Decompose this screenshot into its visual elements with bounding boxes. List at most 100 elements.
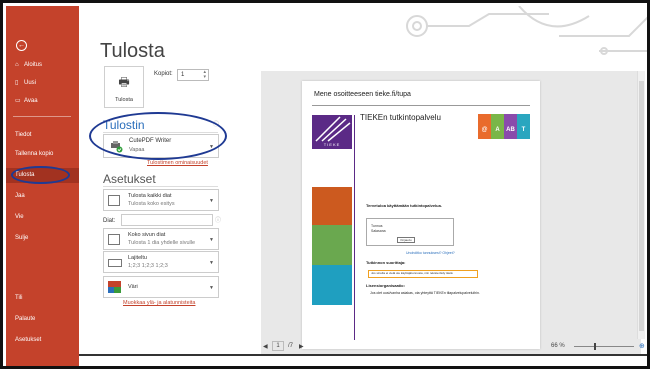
scrollbar-thumb[interactable] (639, 81, 644, 331)
new-document-icon: ▯ (15, 80, 19, 86)
sidebar-item-label: Vie (15, 214, 24, 220)
fit-to-window-icon[interactable]: ⊕ (639, 342, 645, 350)
tile-a: A (491, 114, 504, 139)
slides-icon (108, 195, 120, 206)
layout-dropdown[interactable]: Koko sivun diat Tulosta 1 dia yhdelle si… (103, 228, 219, 250)
back-arrow-icon[interactable]: ← (16, 40, 27, 51)
sidebar-item-label: Asetukset (15, 337, 42, 343)
color-dropdown[interactable]: Väri ▼ (103, 276, 219, 298)
full-page-slide-icon (108, 234, 120, 245)
sidebar-item-aloitus[interactable]: ⌂ Aloitus (6, 58, 79, 73)
page-total: /7 (288, 343, 294, 349)
sidebar-item-label: Jaa (15, 193, 25, 199)
login-form: Tunnus Salasana Kirjaudu (366, 218, 454, 246)
sidebar-item-tili[interactable]: Tili (6, 291, 79, 306)
preview-page: Mene osoitteeseen tieke.fi/tupa TIEKE TI… (302, 81, 540, 349)
collate-dropdown[interactable]: Lajiteltu 1;2;3 1;2;3 1;2;3 ▼ (103, 251, 219, 273)
sidebar-item-label: Tallenna kopio (15, 151, 54, 157)
password-label: Salasana (371, 229, 386, 233)
sidebar-item-label: Aloitus (24, 62, 43, 68)
tile-at: @ (478, 114, 491, 139)
home-icon: ⌂ (15, 62, 19, 68)
copies-stepper[interactable]: 1 ▴ ▾ (177, 69, 209, 81)
purple-divider (354, 115, 355, 340)
section-divider (103, 186, 218, 187)
sidebar-item-palaute[interactable]: Palaute (6, 312, 79, 327)
chevron-down-icon: ▼ (209, 237, 214, 243)
sidebar-item-uusi[interactable]: ▯ Uusi (6, 76, 79, 91)
sidebar-item-label: Avaa (24, 98, 38, 104)
preview-rule (312, 105, 530, 106)
backstage-sidebar: ← ⌂ Aloitus ▯ Uusi ▭ Avaa Tiedot Tallenna k… (6, 6, 79, 366)
header-footer-link[interactable]: Muokkaa ylä- ja alatunnisteita (123, 300, 195, 306)
sidebar-item-asetukset[interactable]: Asetukset (6, 333, 79, 348)
color-title: Väri (128, 284, 138, 290)
tieke-logo-text: TIEKE (323, 142, 341, 147)
chevron-down-icon: ▼ (209, 285, 214, 291)
username-label: Tunnus (371, 224, 383, 228)
preview-heading: Mene osoitteeseen tieke.fi/tupa (314, 91, 411, 98)
sidebar-item-label: Tiedot (15, 132, 32, 138)
print-preview: Mene osoitteeseen tieke.fi/tupa TIEKE TI… (261, 71, 641, 354)
zoom-slider-knob[interactable] (594, 343, 596, 350)
zoom-level: 66 % (551, 343, 565, 349)
layout-sub: Tulosta 1 dia yhdelle sivulle (128, 240, 196, 246)
color-band-blue (312, 265, 352, 305)
print-range-title: Tulosta kaikki diat (128, 193, 172, 199)
tieke-logo-mark (315, 116, 351, 142)
settings-section-title: Asetukset (103, 172, 156, 186)
color-band-green (312, 225, 352, 265)
collate-icon (108, 259, 122, 267)
forgot-link: Unohditko tunnuksesi? Ohjeet? (406, 251, 455, 255)
next-page-icon[interactable]: ▶ (299, 343, 304, 350)
sidebar-item-label: Tili (15, 295, 23, 301)
sidebar-item-vie[interactable]: Vie (6, 210, 79, 225)
color-icon (108, 281, 121, 293)
color-band-white (312, 151, 352, 187)
previous-page-icon[interactable]: ◀ (263, 343, 268, 350)
sidebar-item-label: Uusi (24, 80, 37, 86)
color-band-orange (312, 187, 352, 225)
sidebar-item-avaa[interactable]: ▭ Avaa (6, 94, 79, 109)
admin-note: Jos olet uusi/vanha asiakas, ota yhteytt… (370, 291, 480, 295)
zoom-slider[interactable] (574, 346, 634, 347)
print-button-label: Tulosta (115, 97, 133, 103)
login-button: Kirjaudu (397, 237, 415, 243)
annotation-oval-tulosta (11, 166, 70, 184)
sidebar-item-tiedot[interactable]: Tiedot (6, 128, 79, 143)
preview-scrollbar[interactable] (637, 71, 645, 339)
powerpoint-window: ← ⌂ Aloitus ▯ Uusi ▭ Avaa Tiedot Tallenna k… (0, 0, 650, 369)
slides-input[interactable] (121, 214, 213, 226)
layout-title: Koko sivun diat (128, 232, 166, 238)
tile-ab: AB (504, 114, 517, 139)
instructions-heading: Tutkinnon suorittaja: (366, 260, 406, 265)
spin-arrows-icon[interactable]: ▴ ▾ (203, 70, 206, 80)
sidebar-item-label: Palaute (15, 316, 36, 322)
sidebar-item-sulje[interactable]: Sulje (6, 231, 79, 246)
tile-t: T (517, 114, 530, 139)
admin-heading: Lisensiorganisaatio: (366, 283, 405, 288)
info-icon[interactable]: ⓘ (215, 215, 221, 224)
preview-navigation-bar: ◀ 1 /7 ▶ 66 % ⊕ (261, 341, 647, 353)
copies-value: 1 (181, 72, 185, 78)
annotation-oval-printer (89, 112, 227, 160)
sidebar-item-label: Sulje (15, 235, 29, 241)
print-button[interactable]: 🖶 Tulosta (104, 66, 144, 108)
tieke-logo: TIEKE (312, 115, 352, 149)
bottom-edge (79, 354, 647, 356)
sidebar-item-tallenna-kopio[interactable]: Tallenna kopio (6, 147, 79, 162)
chevron-down-icon: ▼ (209, 260, 214, 266)
slides-label: Diat: (103, 218, 116, 224)
sidebar-item-jaa[interactable]: Jaa (6, 189, 79, 204)
printer-properties-link[interactable]: Tulostimen ominaisuudet (147, 160, 208, 166)
printer-icon: 🖶 (118, 75, 130, 89)
print-range-sub: Tulosta koko esitys (128, 201, 175, 207)
preview-welcome: Tervetuloa käyttämään tutkintopalvelua. (366, 203, 442, 208)
page-title: Tulosta (100, 40, 165, 62)
print-range-dropdown[interactable]: Tulosta kaikki diat Tulosta koko esitys … (103, 189, 219, 211)
copies-label: Kopiot: (154, 71, 173, 77)
collate-title: Lajiteltu (128, 255, 147, 261)
page-number-input[interactable]: 1 (272, 341, 284, 351)
instructions-note: Jos sinulla ei vielä ole käyttäjätunnust… (368, 270, 478, 278)
open-folder-icon: ▭ (15, 98, 21, 104)
